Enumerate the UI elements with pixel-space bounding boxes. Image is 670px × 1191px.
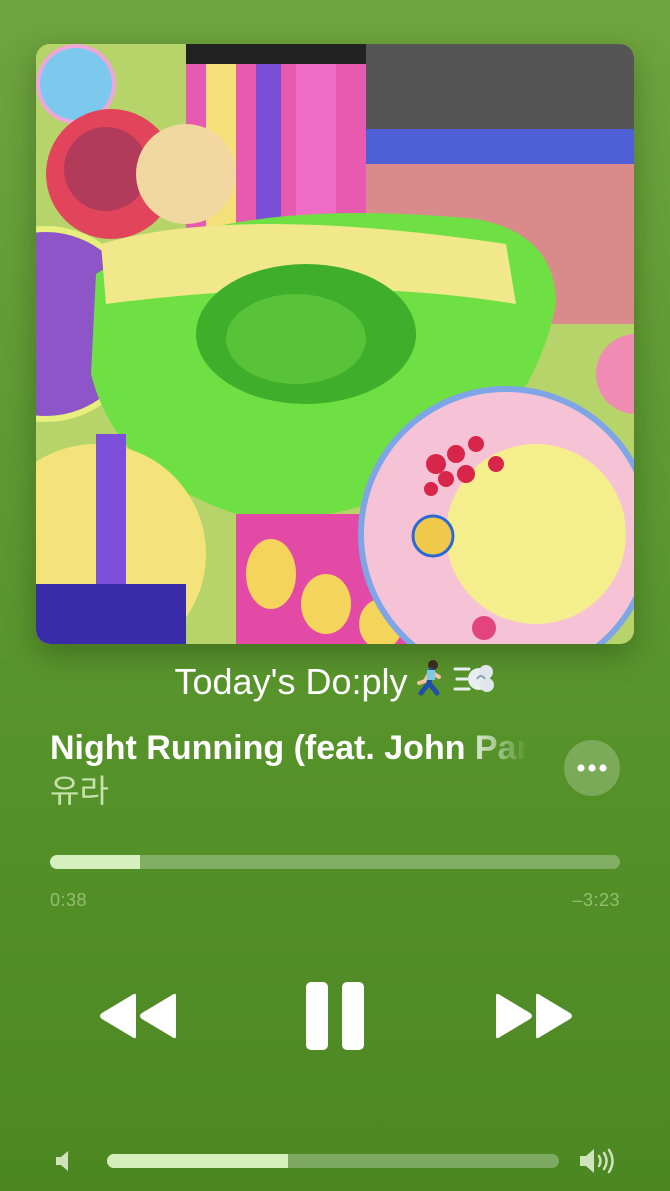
artist-name[interactable]: 유라 (50, 770, 109, 812)
volume-slider[interactable] (107, 1154, 559, 1168)
album-artwork-image (36, 44, 634, 644)
pause-button[interactable] (302, 980, 368, 1052)
ellipsis-icon (577, 764, 607, 772)
pause-icon (306, 982, 364, 1050)
fast-forward-button[interactable] (492, 990, 576, 1042)
fast-forward-icon (496, 993, 572, 1039)
elapsed-time: 0:38 (50, 890, 88, 910)
speaker-low-icon (54, 1150, 74, 1172)
playback-progress-bar[interactable] (50, 855, 620, 869)
dash-emoji-icon (453, 659, 495, 709)
rewind-button[interactable] (96, 990, 180, 1042)
more-options-button[interactable] (564, 740, 620, 796)
playlist-title[interactable]: Today's Do:ply (0, 658, 670, 709)
speaker-high-icon (578, 1148, 618, 1174)
playback-progress-fill (50, 855, 141, 869)
playlist-title-text: Today's Do:ply (174, 661, 408, 702)
volume-slider-fill (107, 1154, 288, 1168)
album-artwork[interactable] (36, 44, 634, 644)
rewind-icon (100, 993, 176, 1039)
song-title[interactable]: Night Running (feat. John Park) (50, 726, 528, 770)
remaining-time: –3:23 (572, 890, 620, 910)
runner-emoji-icon (411, 659, 449, 709)
